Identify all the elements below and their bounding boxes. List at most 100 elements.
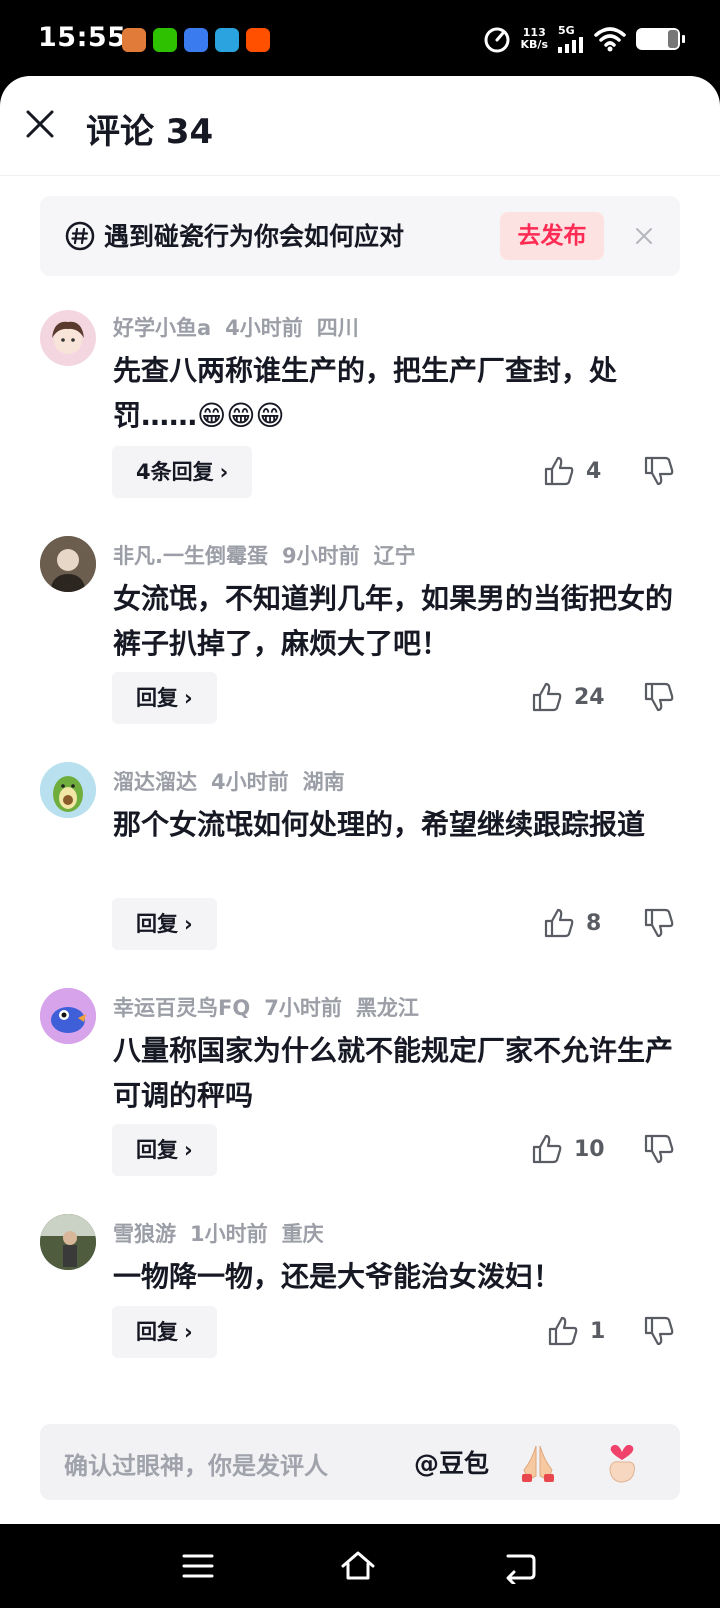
- mention-button[interactable]: @豆包: [414, 1444, 489, 1480]
- avatar[interactable]: [40, 762, 96, 818]
- reply-button[interactable]: 4条回复 ›: [112, 446, 253, 498]
- time-ago: 4小时前: [225, 316, 303, 340]
- avatar[interactable]: [40, 536, 96, 592]
- location: 重庆: [281, 1222, 324, 1246]
- comment-meta: 非凡.一生倒霉蛋 9小时前 辽宁: [113, 540, 430, 570]
- like-count: 1: [590, 1318, 606, 1344]
- chevron-right-icon: ›: [184, 912, 193, 936]
- comment-text: 一物降一物，还是大爷能治女泼妇！: [113, 1260, 562, 1293]
- comment-text: 那个女流氓如何处理的，希望继续跟踪报道: [113, 808, 646, 841]
- praying-hands-emoji-icon[interactable]: [516, 1440, 560, 1484]
- close-topic-icon[interactable]: [630, 222, 658, 250]
- like-button[interactable]: 8: [542, 906, 601, 940]
- signal-label: 5G: [558, 24, 575, 37]
- reply-button[interactable]: 回复 ›: [112, 1124, 217, 1176]
- sheet-header: 评论 34: [0, 76, 720, 176]
- location: 黑龙江: [355, 996, 419, 1020]
- net-speed-unit: KB/s: [520, 37, 548, 51]
- topic-banner[interactable]: 遇到碰瓷行为你会如何应对 去发布: [40, 196, 680, 276]
- net-speed-value: 113: [522, 25, 546, 39]
- topic-text: 遇到碰瓷行为你会如何应对: [104, 222, 405, 251]
- comment-meta: 幸运百灵鸟FQ 7小时前 黑龙江: [113, 992, 433, 1022]
- thumbs-up-icon: [532, 682, 562, 712]
- reply-label: 4条回复: [136, 460, 214, 484]
- like-count: 4: [586, 458, 602, 484]
- chevron-right-icon: ›: [184, 1320, 193, 1344]
- username[interactable]: 好学小鱼a: [113, 316, 211, 340]
- thumbs-down-icon[interactable]: [642, 1132, 676, 1166]
- like-count: 24: [574, 684, 605, 710]
- thumbs-down-icon[interactable]: [642, 680, 676, 714]
- telegram-icon: [215, 28, 239, 52]
- system-indicators: 113 KB/s 5G: [483, 24, 685, 53]
- notification-icons: [122, 28, 270, 52]
- status-time: 15:55: [38, 22, 127, 53]
- reply-label: 回复: [136, 1320, 178, 1344]
- thumbs-up-icon: [544, 908, 574, 938]
- thumbs-up-icon: [532, 1134, 562, 1164]
- location: 湖南: [302, 770, 345, 794]
- signal-bars-icon: [558, 37, 583, 53]
- system-nav-bar: [0, 1524, 720, 1608]
- comment-text: 先查八两称谁生产的，把生产厂查封，处罚……😁😁😁: [113, 354, 618, 432]
- menu-icon[interactable]: [180, 1548, 216, 1584]
- avatar[interactable]: [40, 310, 96, 366]
- chevron-right-icon: ›: [184, 1138, 193, 1162]
- back-icon[interactable]: [502, 1548, 538, 1584]
- time-ago: 7小时前: [264, 996, 342, 1020]
- avatar[interactable]: [40, 1214, 96, 1270]
- finger-heart-emoji-icon[interactable]: [600, 1438, 644, 1486]
- close-icon[interactable]: [22, 106, 58, 142]
- comment-meta: 溜达溜达 4小时前 湖南: [113, 766, 359, 796]
- like-count: 10: [574, 1136, 605, 1162]
- reply-label: 回复: [136, 686, 178, 710]
- comment-text: 八量称国家为什么就不能规定厂家不允许生产可调的秤吗: [113, 1034, 674, 1112]
- thumbs-down-icon[interactable]: [642, 454, 676, 488]
- avatar[interactable]: [40, 988, 96, 1044]
- chevron-right-icon: ›: [219, 460, 229, 484]
- like-button[interactable]: 10: [530, 1132, 605, 1166]
- chevron-right-icon: ›: [184, 686, 193, 710]
- publish-button[interactable]: 去发布: [500, 212, 604, 260]
- username[interactable]: 幸运百灵鸟FQ: [113, 996, 250, 1020]
- reply-button[interactable]: 回复 ›: [112, 672, 217, 724]
- like-count: 8: [586, 910, 602, 936]
- wifi-icon: [594, 26, 626, 51]
- thumbs-down-icon[interactable]: [642, 906, 676, 940]
- status-bar: 15:55 113 KB/s 5G: [0, 0, 720, 78]
- comment-meta: 好学小鱼a 4小时前 四川: [113, 312, 373, 342]
- time-ago: 9小时前: [281, 544, 360, 568]
- thumbs-up-icon: [544, 456, 574, 486]
- comment-input[interactable]: 确认过眼神，你是发评人 @豆包: [40, 1424, 680, 1500]
- hashtag-icon: [65, 221, 95, 251]
- home-icon[interactable]: [340, 1548, 376, 1584]
- username[interactable]: 雪狼游: [113, 1222, 176, 1246]
- taobao-icon: [246, 28, 270, 52]
- time-ago: 4小时前: [211, 770, 289, 794]
- input-placeholder: 确认过眼神，你是发评人: [64, 1452, 328, 1480]
- speedometer-icon: [484, 27, 510, 52]
- cellular-signal: 5G: [558, 24, 584, 53]
- reply-label: 回复: [136, 912, 178, 936]
- like-button[interactable]: 4: [542, 454, 601, 488]
- game-app-icon: [122, 28, 146, 52]
- username[interactable]: 非凡.一生倒霉蛋: [113, 544, 268, 568]
- location: 辽宁: [373, 544, 416, 568]
- wechat-icon: [153, 28, 177, 52]
- thumbs-up-icon: [548, 1316, 578, 1346]
- reply-button[interactable]: 回复 ›: [112, 898, 217, 950]
- comment-meta: 雪狼游 1小时前 重庆: [113, 1218, 338, 1248]
- location: 四川: [316, 316, 359, 340]
- reply-button[interactable]: 回复 ›: [112, 1306, 217, 1358]
- page-title: 评论 34: [86, 112, 214, 152]
- reply-label: 回复: [136, 1138, 178, 1162]
- net-speed: 113 KB/s: [520, 25, 548, 51]
- time-ago: 1小时前: [190, 1222, 268, 1246]
- like-button[interactable]: 24: [530, 680, 605, 714]
- like-button[interactable]: 1: [546, 1314, 605, 1348]
- username[interactable]: 溜达溜达: [113, 770, 197, 794]
- thumbs-down-icon[interactable]: [642, 1314, 676, 1348]
- browser-app-icon: [184, 28, 208, 52]
- comment-text: 女流氓，不知道判几年，如果男的当街把女的裤子扒掉了，麻烦大了吧！: [113, 582, 674, 660]
- comment-sheet: 评论 34 遇到碰瓷行为你会如何应对 去发布 好学小鱼a 4小时前 四川 先查八两称…: [0, 76, 720, 1524]
